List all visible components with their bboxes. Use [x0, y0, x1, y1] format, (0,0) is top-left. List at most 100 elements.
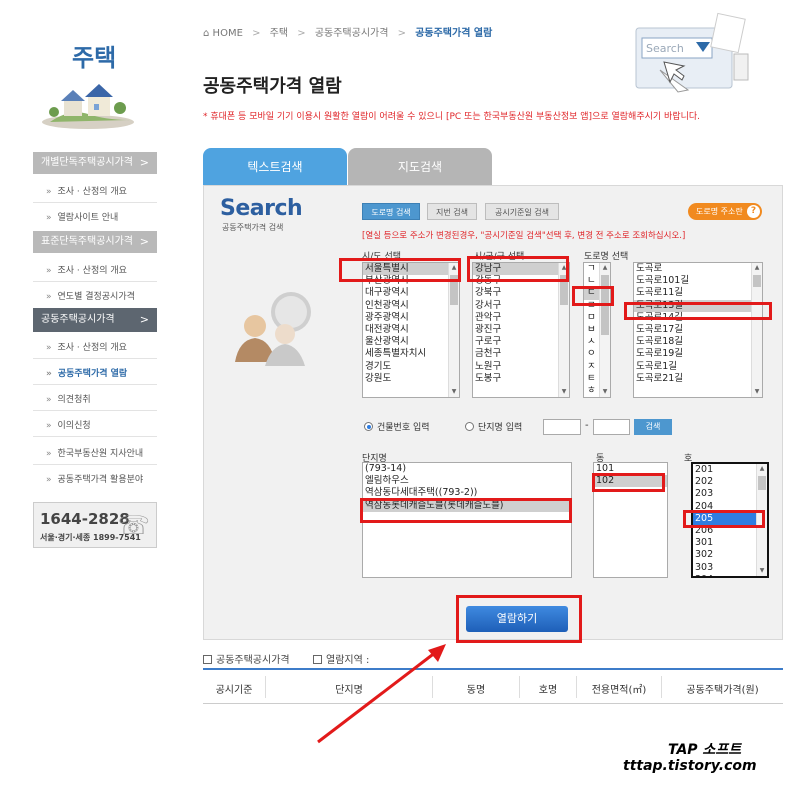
scroll-up-icon[interactable]: ▲: [757, 464, 767, 474]
list-item[interactable]: 101: [594, 463, 667, 475]
menu-sub-objection[interactable]: » 이의신청: [46, 418, 91, 431]
list-item[interactable]: 도곡로21길: [634, 373, 762, 385]
list-item[interactable]: 관악구: [473, 312, 569, 324]
scroll-down-icon[interactable]: ▼: [757, 566, 767, 576]
menu-sub-apartment-view[interactable]: » 공동주택가격 열람: [46, 366, 127, 379]
dong-select-list[interactable]: 101 102: [593, 462, 668, 578]
scroll-thumb[interactable]: [601, 275, 609, 335]
sido-select-list[interactable]: 서울특별시 부산광역시 대구광역시 인천광역시 광주광역시 대전광역시 울산광역…: [362, 262, 460, 398]
menu-sub-yearly-price[interactable]: » 연도별 결정공시가격: [46, 289, 135, 302]
menu-sub-branch-guide[interactable]: » 한국부동산원 지사안내: [46, 446, 143, 459]
menu-individual-house-price[interactable]: 개별단독주택공시가격 >: [33, 152, 157, 174]
radio-unchecked-icon[interactable]: [465, 422, 474, 431]
building-main-number-input[interactable]: [543, 419, 581, 435]
list-item[interactable]: 광주광역시: [363, 312, 459, 324]
scroll-up-icon[interactable]: ▲: [449, 263, 459, 273]
menu-sub-site-guide[interactable]: » 열람사이트 안내: [46, 210, 118, 223]
list-item[interactable]: 서울특별시: [363, 263, 459, 276]
road-address-info-button[interactable]: 도로명 주소란 ?: [688, 203, 762, 220]
list-item[interactable]: 도곡로11길: [634, 287, 762, 299]
number-search-button[interactable]: 검색: [634, 419, 672, 435]
scrollbar[interactable]: ▲ ▼: [599, 263, 610, 397]
list-item[interactable]: 금천구: [473, 348, 569, 360]
list-item[interactable]: 도곡로: [634, 263, 762, 275]
list-item[interactable]: 구로구: [473, 336, 569, 348]
tab-map-search[interactable]: 지도검색: [348, 148, 492, 186]
list-item[interactable]: 도곡로14길: [634, 312, 762, 324]
scrollbar[interactable]: ▲ ▼: [751, 263, 762, 397]
breadcrumb-apartment-price[interactable]: 공동주택공시가격: [315, 28, 389, 39]
square-bullet-icon: [313, 655, 322, 664]
scroll-down-icon[interactable]: ▼: [559, 387, 569, 397]
view-price-button[interactable]: 열람하기: [466, 606, 568, 632]
scrollbar[interactable]: ▲ ▼: [448, 263, 459, 397]
scrollbar[interactable]: ▲ ▼: [756, 464, 767, 576]
breadcrumb-housing[interactable]: 주택: [270, 28, 288, 39]
list-item[interactable]: 인천광역시: [363, 300, 459, 312]
scroll-thumb[interactable]: [758, 476, 766, 490]
tab-text-search[interactable]: 텍스트검색: [203, 148, 347, 186]
menu-sub-survey-overview-2[interactable]: » 조사 · 산정의 개요: [46, 263, 127, 276]
list-item[interactable]: 세종특별자치시: [363, 348, 459, 360]
announcement-date-search-button[interactable]: 공시기준일 검색: [485, 203, 559, 220]
list-item[interactable]: 광진구: [473, 324, 569, 336]
list-item[interactable]: 엘림하우스: [363, 475, 571, 487]
houses-illustration-icon: [42, 84, 134, 129]
list-item[interactable]: 도곡로1길: [634, 361, 762, 373]
scroll-down-icon[interactable]: ▼: [600, 387, 610, 397]
list-item[interactable]: 노원구: [473, 361, 569, 373]
scrollbar[interactable]: ▲ ▼: [558, 263, 569, 397]
building-sub-number-input[interactable]: [593, 419, 630, 435]
list-item[interactable]: 역삼동롯데캐슬노블(롯데캐슬노블): [363, 499, 571, 512]
list-item[interactable]: 강서구: [473, 300, 569, 312]
lot-number-search-button[interactable]: 지번 검색: [427, 203, 477, 220]
divider: [33, 464, 157, 465]
scroll-down-icon[interactable]: ▼: [752, 387, 762, 397]
list-item[interactable]: 도곡로18길: [634, 336, 762, 348]
menu-standard-house-price[interactable]: 표준단독주택공시가격 >: [33, 231, 157, 253]
list-item[interactable]: 강남구: [473, 263, 569, 276]
menu-sub-usage-field[interactable]: » 공동주택가격 활용분야: [46, 472, 143, 485]
list-item[interactable]: 부산광역시: [363, 275, 459, 287]
menu-sub-survey-overview-1[interactable]: » 조사 · 산정의 개요: [46, 184, 127, 197]
road-name-search-button[interactable]: 도로명 검색: [362, 203, 420, 220]
radio-complex-name[interactable]: 단지명 입력: [465, 420, 522, 433]
breadcrumb-home[interactable]: HOME: [213, 28, 243, 39]
bullet-icon: »: [46, 475, 52, 485]
road-name-select-list[interactable]: 도곡로 도곡로101길 도곡로11길 도곡로13길 도곡로14길 도곡로17길 …: [633, 262, 763, 398]
radio-building-number[interactable]: 건물번호 입력: [364, 420, 430, 433]
sigungu-select-list[interactable]: 강남구 강동구 강북구 강서구 관악구 광진구 구로구 금천구 노원구 도봉구 …: [472, 262, 570, 398]
radio-checked-icon[interactable]: [364, 422, 373, 431]
list-item[interactable]: 강동구: [473, 275, 569, 287]
radio-label: 단지명 입력: [478, 423, 523, 433]
menu-sub-opinion[interactable]: » 의견청취: [46, 392, 91, 405]
list-item[interactable]: 도곡로19길: [634, 348, 762, 360]
scroll-up-icon[interactable]: ▲: [600, 263, 610, 273]
scroll-up-icon[interactable]: ▲: [752, 263, 762, 273]
list-item[interactable]: 강북구: [473, 287, 569, 299]
menu-sub-survey-overview-3[interactable]: » 조사 · 산정의 개요: [46, 340, 127, 353]
list-item[interactable]: 경기도: [363, 361, 459, 373]
list-item[interactable]: 도봉구: [473, 373, 569, 385]
list-item[interactable]: 대전광역시: [363, 324, 459, 336]
table-header-bottom-border: [203, 703, 783, 704]
scroll-up-icon[interactable]: ▲: [559, 263, 569, 273]
scroll-thumb[interactable]: [560, 275, 568, 305]
list-item[interactable]: 대구광역시: [363, 287, 459, 299]
results-title-text: 공동주택공시가격: [216, 655, 290, 666]
list-item[interactable]: 울산광역시: [363, 336, 459, 348]
scroll-thumb[interactable]: [753, 275, 761, 287]
list-item[interactable]: 강원도: [363, 373, 459, 385]
list-item[interactable]: 도곡로13길: [634, 299, 762, 312]
scroll-thumb[interactable]: [450, 275, 458, 305]
list-item[interactable]: (793-14): [363, 463, 571, 475]
scroll-down-icon[interactable]: ▼: [449, 387, 459, 397]
ho-select-list[interactable]: 201 202 203 204 205 206 301 302 303 304 …: [691, 462, 769, 578]
list-item[interactable]: 도곡로101길: [634, 275, 762, 287]
complex-select-list[interactable]: (793-14) 엘림하우스 역삼동다세대주택((793-2)) 역삼동롯데캐슬…: [362, 462, 572, 578]
initial-consonant-list[interactable]: ㄱ ㄴ ㄷ ㄹ ㅁ ㅂ ㅅ ㅇ ㅈ ㅌ ㅎ ▲ ▼: [583, 262, 611, 398]
list-item[interactable]: 도곡로17길: [634, 324, 762, 336]
list-item[interactable]: 역삼동다세대주택((793-2)): [363, 487, 571, 499]
menu-apartment-price[interactable]: 공동주택공시가격 >: [33, 308, 157, 332]
list-item[interactable]: 102: [594, 475, 667, 488]
